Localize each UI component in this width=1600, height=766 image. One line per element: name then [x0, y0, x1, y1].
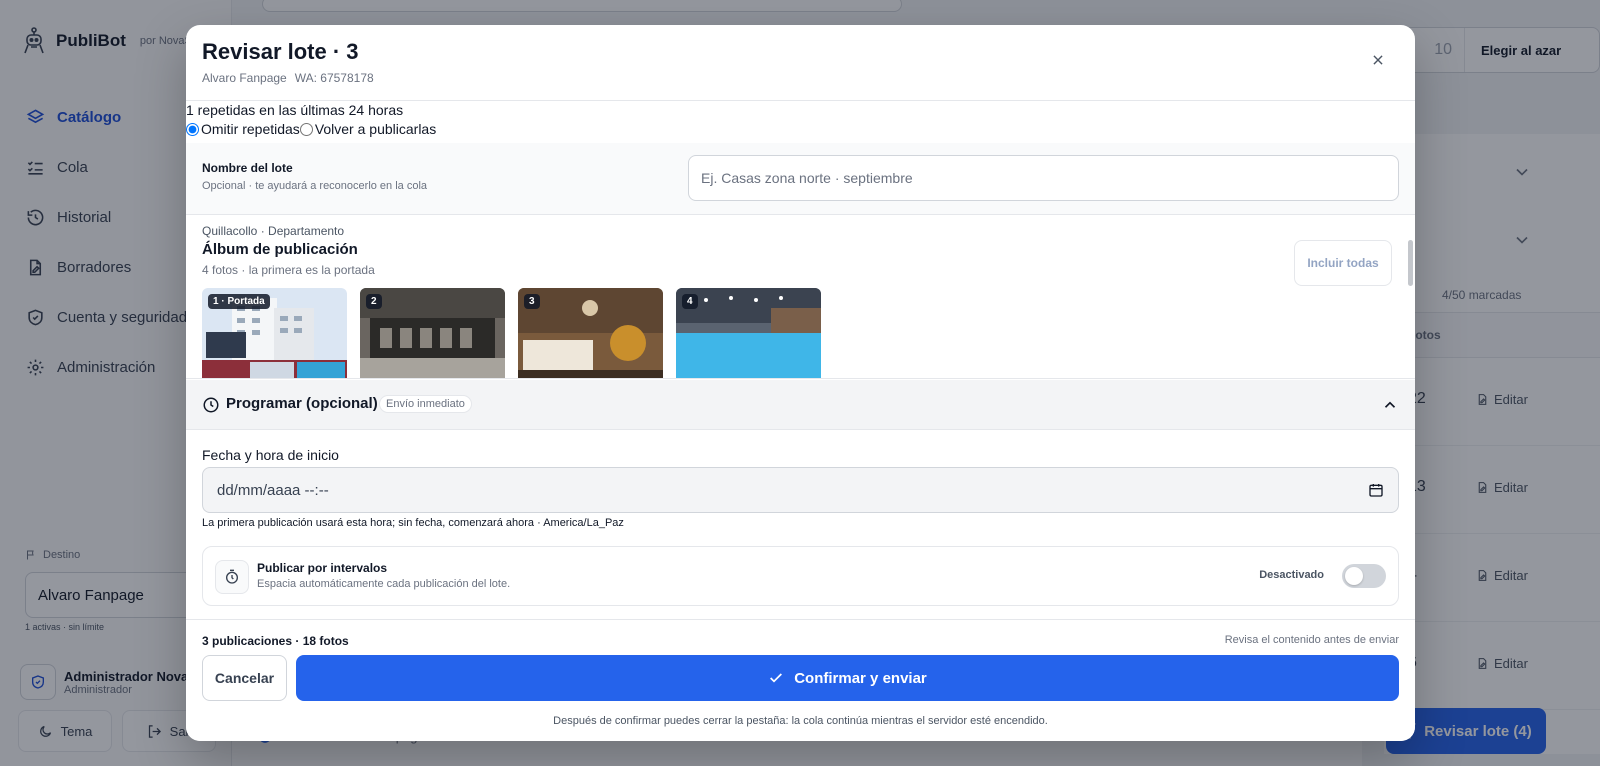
album-photo[interactable]: 4 [676, 288, 821, 378]
start-datetime-input[interactable]: dd/mm/aaaa --:-- [202, 467, 1399, 513]
batch-name-input[interactable] [688, 155, 1399, 201]
pool-photo [676, 288, 821, 378]
schedule-title: Programar (opcional) [226, 395, 378, 412]
confirm-send-button[interactable]: Confirmar y enviar [296, 655, 1399, 701]
photo-badge: 3 [524, 294, 540, 309]
status-badge: Envío inmediato [379, 395, 472, 413]
repeated-notice: 1 repetidas en las últimas 24 horas [186, 102, 404, 118]
footer-hint: Revisa el contenido antes de enviar [1224, 634, 1399, 646]
dialog-header: Revisar lote · 3 Alvaro Fanpage WA: 6757… [186, 25, 1415, 101]
close-icon [1373, 54, 1383, 65]
album-photo[interactable]: 1 · Portada [202, 288, 347, 378]
start-datetime-help: La primera publicación usará esta hora; … [202, 517, 624, 529]
include-all-button[interactable]: Incluir todas [1294, 240, 1392, 286]
timer-icon [226, 569, 238, 584]
repeated-options: Omitir repetidas Volver a publicarlas [186, 121, 436, 137]
interval-card: Publicar por intervalos Espacia automáti… [202, 546, 1399, 606]
living-room-photo [518, 288, 663, 378]
batch-name-row: Nombre del lote Opcional · te ayudará a … [186, 143, 1415, 215]
skip-repeated-label[interactable]: Omitir repetidas [201, 121, 300, 137]
datetime-placeholder: dd/mm/aaaa --:-- [217, 481, 329, 499]
calendar-icon[interactable] [1368, 482, 1384, 498]
review-batch-dialog: Revisar lote · 3 Alvaro Fanpage WA: 6757… [186, 25, 1415, 741]
photo-badge: 1 · Portada [208, 294, 270, 309]
scrollbar[interactable] [1408, 240, 1413, 286]
dialog-footer: 3 publicaciones · 18 fotos Revisa el con… [186, 619, 1415, 741]
interval-state: Desactivado [1259, 569, 1324, 581]
batch-summary: 3 publicaciones · 18 fotos [202, 634, 349, 648]
interval-toggle[interactable] [1342, 564, 1386, 588]
interval-title: Publicar por intervalos [257, 561, 388, 575]
album-section: Quillacollo · Departamento Álbum de publ… [186, 216, 1415, 379]
footer-note: Después de confirmar puedes cerrar la pe… [553, 715, 1048, 727]
photo-badge: 2 [366, 294, 382, 309]
dialog-subtitle: Alvaro Fanpage WA: 67578178 [202, 71, 374, 85]
start-datetime-label: Fecha y hora de inicio [202, 447, 339, 463]
album-photo[interactable]: 3 [518, 288, 663, 378]
clock-icon [203, 397, 219, 413]
schedule-toggle[interactable]: Programar (opcional) Envío inmediato [186, 380, 1415, 430]
cancel-button[interactable]: Cancelar [202, 655, 287, 701]
chevron-up-icon [1384, 401, 1396, 408]
republish-label[interactable]: Volver a publicarlas [315, 121, 436, 137]
photo-badge: 4 [682, 294, 698, 309]
album-photos: 1 · Portada 2 3 4 [202, 288, 821, 378]
close-button[interactable] [1367, 50, 1389, 72]
interval-subtitle: Espacia automáticamente cada publicación… [257, 578, 511, 590]
dialog-title: Revisar lote · 3 [202, 39, 359, 64]
skip-repeated-radio[interactable] [186, 122, 199, 136]
confirm-label: Confirmar y enviar [794, 669, 927, 687]
whatsapp-number: WA: 67578178 [294, 71, 374, 85]
album-location: Quillacollo · Departamento [202, 224, 345, 238]
kitchen-photo [360, 288, 505, 378]
page-name: Alvaro Fanpage [202, 71, 287, 85]
batch-name-help: Opcional · te ayudará a reconocerlo en l… [202, 180, 428, 192]
album-subtitle: 4 fotos · la primera es la portada [202, 263, 375, 277]
batch-name-label: Nombre del lote [202, 161, 293, 175]
album-photo[interactable]: 2 [360, 288, 505, 378]
check-icon [770, 673, 783, 683]
album-title: Álbum de publicación [202, 241, 358, 258]
timer-icon-box [215, 560, 249, 594]
republish-radio[interactable] [299, 122, 313, 136]
